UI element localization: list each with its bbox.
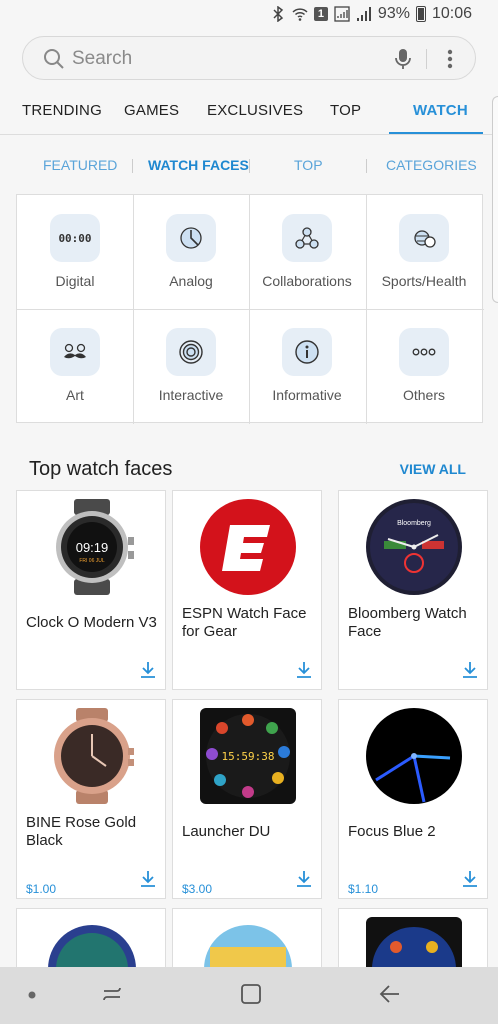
- download-icon[interactable]: [296, 661, 312, 679]
- category-label: Digital: [55, 273, 95, 289]
- tab-watch[interactable]: WATCH: [413, 102, 468, 119]
- category-label: Sports/Health: [381, 273, 467, 289]
- watchface-card[interactable]: Focus Blue 2 $1.10: [338, 699, 488, 899]
- subtab-divider: [132, 159, 133, 173]
- clock-time: 10:06: [431, 5, 472, 22]
- more-dots-icon: [399, 328, 449, 376]
- category-label: Collaborations: [262, 273, 352, 289]
- collaboration-icon: [282, 214, 332, 262]
- mustache-icon: [50, 328, 100, 376]
- search-input[interactable]: Search: [72, 48, 132, 70]
- watchface-card[interactable]: ESPN Watch Face for Gear: [172, 490, 322, 690]
- notification-badge: 1: [313, 7, 328, 21]
- section-title: Top watch faces: [29, 458, 173, 480]
- watchface-card[interactable]: BINE Rose Gold Black $1.00: [16, 699, 166, 899]
- watchface-card[interactable]: 09:19 FRI 06 JUL Clock O Modern V3: [16, 490, 166, 690]
- sports-icon: [399, 214, 449, 262]
- watchface-thumbnail: 15:59:38: [200, 708, 296, 804]
- search-icon: [44, 49, 64, 69]
- category-others[interactable]: Others: [366, 309, 482, 423]
- view-all-link[interactable]: VIEW ALL: [400, 461, 466, 477]
- subtab-top[interactable]: TOP: [294, 157, 323, 173]
- tab-trending[interactable]: TRENDING: [22, 102, 102, 119]
- subtab-divider: [249, 159, 250, 173]
- battery-icon: [415, 6, 426, 22]
- category-digital[interactable]: 00:00 Digital: [17, 195, 133, 309]
- subtab-divider: [366, 159, 367, 173]
- target-icon: [166, 328, 216, 376]
- watchface-thumbnail: Bloomberg: [366, 499, 462, 595]
- dot-indicator-icon: [28, 991, 36, 999]
- subtab-featured[interactable]: FEATURED: [43, 157, 117, 173]
- category-art[interactable]: Art: [17, 309, 133, 423]
- download-icon[interactable]: [462, 661, 478, 679]
- category-grid: 00:00 Digital Analog Collaborations Spor…: [16, 194, 484, 424]
- category-analog[interactable]: Analog: [133, 195, 249, 309]
- category-label: Others: [402, 387, 445, 403]
- digital-clock-icon: 00:00: [50, 214, 100, 262]
- download-icon[interactable]: [140, 661, 156, 679]
- watchface-price: $1.00: [26, 882, 57, 896]
- svg-text:Bloomberg: Bloomberg: [397, 520, 431, 527]
- watchface-name: BINE Rose Gold Black: [26, 814, 137, 849]
- sub-tabs: FEATURED WATCH FACES TOP CATEGORIES: [0, 150, 498, 180]
- tab-games[interactable]: GAMES: [124, 102, 179, 119]
- microphone-icon[interactable]: [395, 48, 411, 70]
- watchface-name: Clock O Modern V3: [26, 614, 157, 631]
- watchface-thumbnail: 09:19 FRI 06 JUL: [56, 499, 134, 595]
- wifi-icon: [292, 8, 308, 21]
- watchface-name: Focus Blue 2: [348, 823, 436, 840]
- info-icon: [282, 328, 332, 376]
- watchface-thumbnail: [54, 708, 134, 804]
- active-tab-indicator: [389, 132, 483, 134]
- category-informative[interactable]: Informative: [249, 309, 365, 423]
- watchface-price: $3.00: [182, 882, 213, 896]
- edge-panel-handle[interactable]: [492, 96, 498, 303]
- tab-exclusives[interactable]: EXCLUSIVES: [207, 102, 303, 119]
- category-interactive[interactable]: Interactive: [133, 309, 249, 423]
- cell-signal-icon: [356, 7, 371, 21]
- download-icon[interactable]: [140, 870, 156, 888]
- category-label: Art: [66, 387, 84, 403]
- subtab-watch-faces[interactable]: WATCH FACES: [148, 157, 249, 173]
- category-collaborations[interactable]: Collaborations: [249, 195, 365, 309]
- battery-percent: 93%: [377, 5, 410, 22]
- search-bar[interactable]: Search: [22, 36, 476, 80]
- status-bar: 1 93% 10:06: [0, 0, 498, 32]
- analog-clock-icon: [166, 214, 216, 262]
- watchface-thumbnail: [366, 708, 462, 804]
- watchface-card[interactable]: Bloomberg Bloomberg Watch Face: [338, 490, 488, 690]
- search-divider: [426, 49, 427, 69]
- category-label: Informative: [272, 387, 342, 403]
- download-icon[interactable]: [296, 870, 312, 888]
- svg-text:09:19: 09:19: [76, 540, 109, 555]
- home-icon[interactable]: [240, 983, 262, 1005]
- main-tabs: TRENDING GAMES EXCLUSIVES TOP WATCH: [0, 92, 498, 135]
- category-label: Analog: [169, 273, 213, 289]
- signal-outline-icon: [334, 6, 350, 22]
- category-sports-health[interactable]: Sports/Health: [366, 195, 482, 309]
- watchface-name: ESPN Watch Face for Gear: [182, 605, 307, 640]
- svg-text:FRI 06 JUL: FRI 06 JUL: [79, 558, 105, 564]
- espn-logo-thumbnail: [200, 499, 296, 595]
- watchface-name: Bloomberg Watch Face: [348, 605, 467, 640]
- recent-apps-icon[interactable]: [101, 983, 123, 1005]
- system-nav-bar: [0, 967, 498, 1024]
- subtab-categories[interactable]: CATEGORIES: [386, 157, 477, 173]
- svg-text:15:59:38: 15:59:38: [222, 750, 275, 763]
- tab-top[interactable]: TOP: [330, 102, 361, 119]
- category-label: Interactive: [158, 387, 224, 403]
- more-options-icon[interactable]: [447, 49, 453, 69]
- watchface-name: Launcher DU: [182, 823, 271, 840]
- watchface-price: $1.10: [348, 882, 379, 896]
- bluetooth-icon: [273, 6, 284, 22]
- download-icon[interactable]: [462, 870, 478, 888]
- back-icon[interactable]: [379, 983, 401, 1005]
- watchface-card[interactable]: 15:59:38 Launcher DU $3.00: [172, 699, 322, 899]
